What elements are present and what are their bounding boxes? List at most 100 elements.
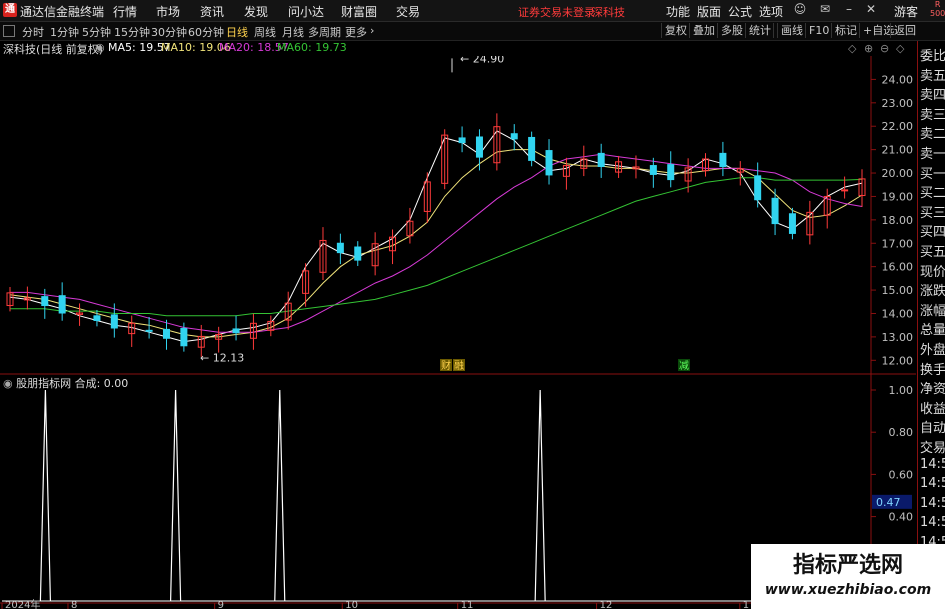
menu-layout[interactable]: 版面 [697, 3, 721, 20]
tab-monthly[interactable]: 月线 [282, 24, 304, 40]
y-tick-label: 14.00 [882, 307, 914, 320]
tab-5min[interactable]: 5分钟 [82, 24, 111, 40]
tab-1min[interactable]: 1分钟 [50, 24, 79, 40]
minus-icon[interactable]: ⊖ [880, 42, 889, 55]
menu-quotes[interactable]: 行情 [113, 3, 137, 20]
indicator-settings-icon[interactable]: ◉ [3, 377, 13, 390]
btn-stats[interactable]: 统计 [745, 23, 774, 38]
candle-body [754, 175, 762, 201]
kline-chart[interactable]: 24.00 23.00 22.00 21.00 20.00 19.00 18.00 17.00… [0, 56, 916, 609]
side-panel-label: 买一 [920, 166, 945, 182]
menu-market[interactable]: 市场 [156, 3, 180, 20]
side-panel-label: 买五 [920, 245, 945, 260]
y-tick-label: 18.00 [882, 214, 914, 227]
menu-wealth[interactable]: 财富圈 [341, 3, 377, 20]
x-tick-label: 11 [461, 600, 474, 609]
candle-body [110, 314, 118, 329]
tab-intraday[interactable]: 分时 [22, 24, 44, 40]
plus-icon[interactable]: ⊕ [864, 42, 873, 55]
menu-discover[interactable]: 发现 [244, 3, 268, 20]
tab-60min[interactable]: 60分钟 [188, 24, 224, 40]
tab-30min[interactable]: 30分钟 [151, 24, 187, 40]
candle-body [510, 133, 518, 140]
candle-body [58, 295, 66, 314]
candle-body [545, 150, 553, 176]
menu-formula[interactable]: 公式 [728, 3, 752, 20]
ma-line-ma5 [9, 130, 863, 343]
menu-ask[interactable]: 问小达 [288, 3, 324, 20]
btn-draw[interactable]: 画线 [777, 23, 806, 38]
y-tick-label: 19.00 [882, 190, 914, 203]
menu-trade[interactable]: 交易 [396, 3, 420, 20]
chevron-right-icon[interactable]: › [370, 24, 374, 37]
user-icon[interactable]: ☺ [793, 2, 807, 16]
candle-body [458, 137, 466, 144]
btn-adjust[interactable]: 复权 [661, 23, 690, 38]
indicator-value: 合成: 0.00 [74, 377, 129, 390]
mail-icon[interactable]: ✉ [818, 2, 832, 16]
y-tick-label: 24.00 [882, 73, 914, 86]
candle-body [771, 197, 779, 225]
y-tick-label: 23.00 [882, 97, 914, 110]
period-toolbar: 分时 1分钟 5分钟 15分钟 30分钟 60分钟 日线 周线 月线 多周期 更… [0, 22, 945, 41]
candles [6, 113, 866, 357]
btn-overlay[interactable]: 叠加 [689, 23, 718, 38]
y-tick-label: 15.00 [882, 284, 914, 297]
tab-daily[interactable]: 日线 [226, 24, 248, 40]
chevron-icon[interactable]: ◇ [896, 42, 904, 55]
tab-15min[interactable]: 15分钟 [114, 24, 150, 40]
candle-body [180, 327, 188, 347]
candle-body [841, 189, 849, 192]
side-panel-label: 卖三 [920, 107, 945, 123]
collapse-icon[interactable] [3, 25, 15, 37]
corner-badge: R 500 [930, 0, 945, 18]
btn-multistock[interactable]: 多股 [717, 23, 746, 38]
menu-guest[interactable]: 游客 [894, 3, 918, 20]
x-tick-label: 8 [71, 600, 77, 609]
side-panel-label: 买三 [920, 205, 945, 221]
indicator-spike [39, 389, 51, 602]
btn-back[interactable]: 返回 [890, 23, 919, 38]
app-logo-icon: 通 [3, 3, 17, 17]
ma-line-ma60 [10, 177, 863, 317]
settings-icon[interactable]: ◉ [95, 41, 105, 54]
side-panel-label: 外盘 [920, 343, 945, 358]
candle-body [649, 165, 657, 175]
candle-body [145, 329, 153, 332]
side-panel-label: 收益 [920, 401, 945, 417]
menu-options[interactable]: 选项 [759, 3, 783, 20]
tab-multi[interactable]: 多周期 [308, 24, 341, 40]
ma-lines [9, 130, 863, 343]
btn-mark[interactable]: 标记 [831, 23, 860, 38]
menu-news[interactable]: 资讯 [200, 3, 224, 20]
menu-function[interactable]: 功能 [666, 3, 690, 20]
tab-weekly[interactable]: 周线 [254, 24, 276, 40]
y-tick-label: 21.00 [882, 144, 914, 157]
up-icon[interactable]: ◇ [848, 42, 856, 55]
ma-line-ma10 [9, 149, 863, 338]
candle-body [232, 328, 240, 334]
ind-y-tick-label: 0.80 [889, 426, 914, 439]
side-panel-label: 卖二 [920, 127, 945, 143]
candle-body [93, 315, 101, 322]
minimize-icon[interactable]: – [842, 2, 856, 16]
side-panel-label: 买四 [920, 225, 945, 241]
side-panel-label: 委比 [920, 49, 945, 64]
x-tick-label: 1 [743, 600, 749, 609]
ma60-label: MA60: 19.73 [277, 41, 347, 54]
ind-y-tick-label: 0.60 [889, 468, 914, 481]
candle-body [667, 164, 675, 181]
ma-line-ma20 [10, 153, 863, 333]
btn-f10[interactable]: F10 [805, 23, 832, 38]
indicator-header: ◉ 股朋指标网 合成: 0.00 [3, 375, 128, 391]
candle-body [162, 328, 170, 339]
indicator-name: 股朋指标网 [16, 377, 72, 390]
candle-body [597, 152, 605, 167]
ind-value-text: 0.47 [876, 496, 901, 509]
candle-body [475, 136, 483, 158]
tab-more[interactable]: 更多 [345, 24, 367, 40]
ind-y-tick-label: 0.40 [889, 511, 914, 524]
watermark-url: www.xuezhibiao.com [764, 582, 932, 598]
chart-axes: 24.00 23.00 22.00 21.00 20.00 19.00 18.00 17.00… [0, 56, 916, 609]
close-icon[interactable]: ✕ [864, 2, 878, 16]
